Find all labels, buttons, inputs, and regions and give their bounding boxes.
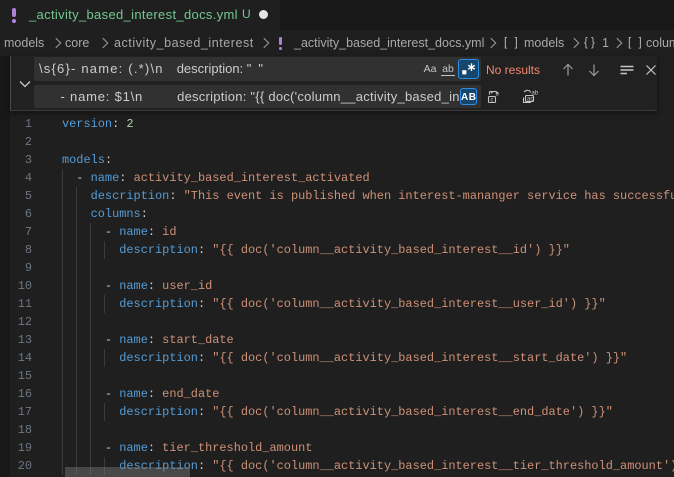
svg-text:c: c [491,98,494,104]
svg-text:b: b [496,92,500,98]
svg-text:ac: ac [527,97,533,103]
